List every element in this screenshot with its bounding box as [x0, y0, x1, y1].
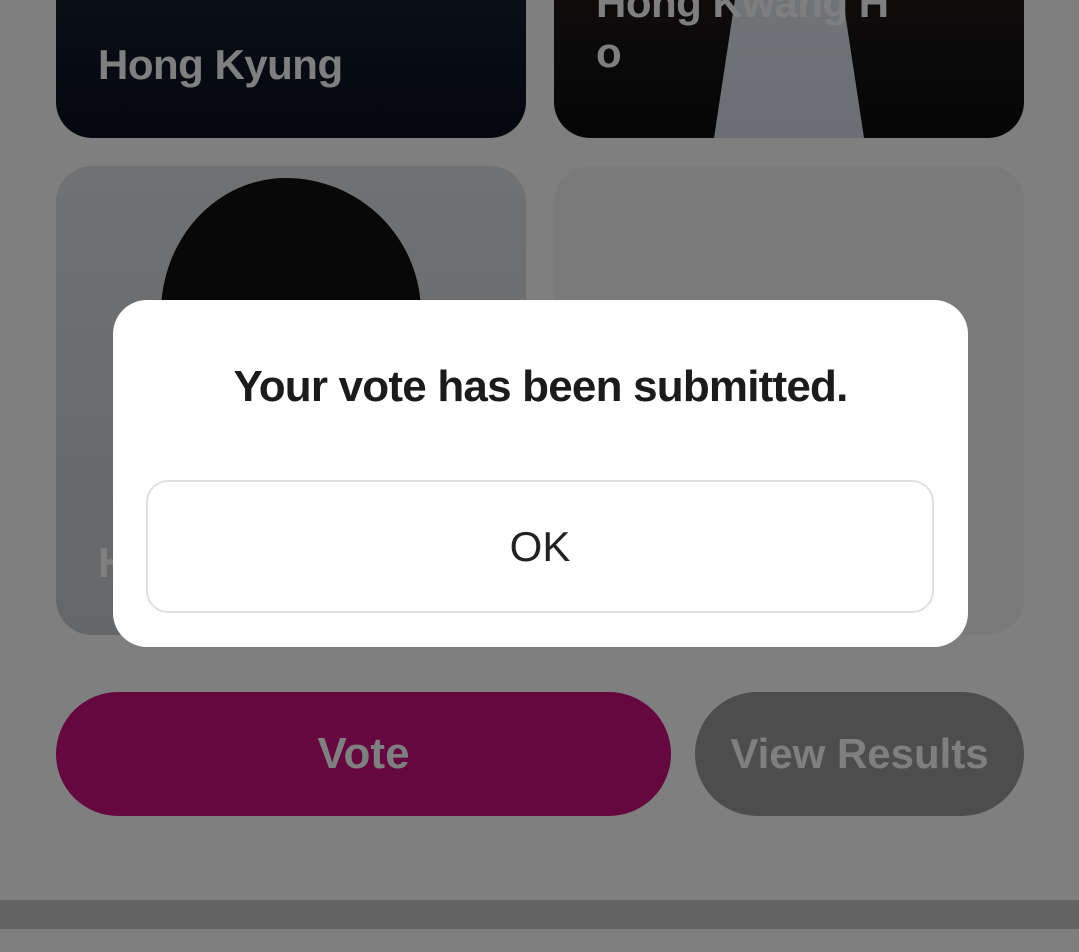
ok-button[interactable]: OK: [146, 480, 934, 613]
dialog-message: Your vote has been submitted.: [233, 362, 848, 411]
vote-submitted-dialog: Your vote has been submitted. OK: [113, 300, 968, 647]
